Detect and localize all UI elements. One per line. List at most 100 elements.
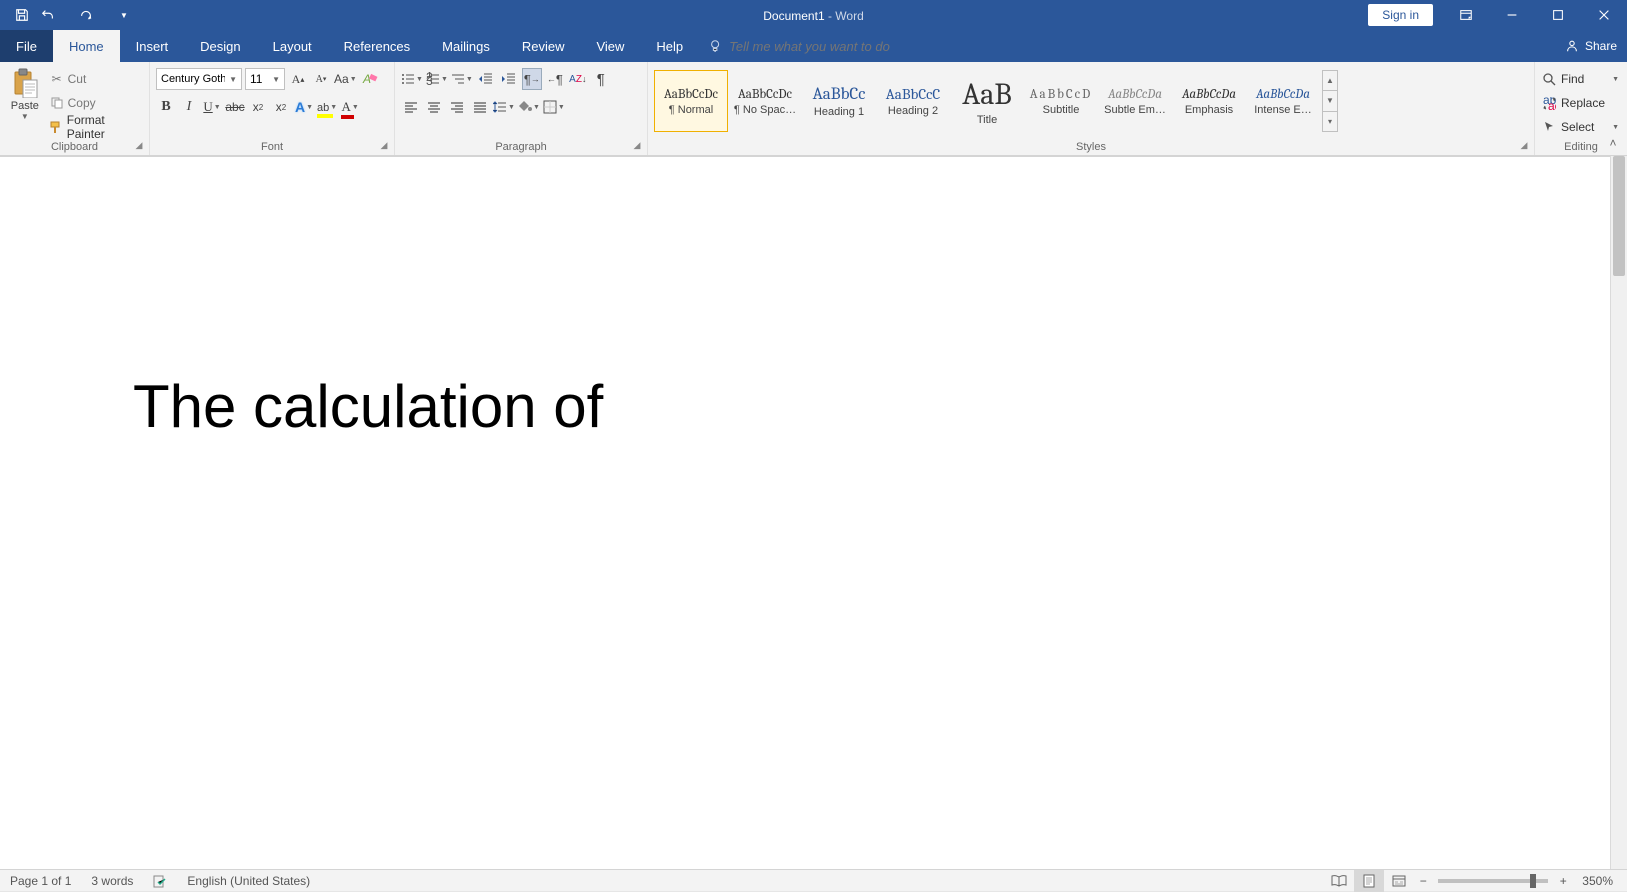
find-icon [1543,73,1556,86]
tab-view[interactable]: View [580,30,640,62]
decrease-indent-button[interactable] [476,68,496,90]
document-text[interactable]: The calculation of [133,372,603,441]
status-page[interactable]: Page 1 of 1 [0,870,81,891]
collapse-ribbon-button[interactable]: ˄ [1605,135,1621,151]
tab-home[interactable]: Home [53,30,120,62]
find-button[interactable]: Find▼ [1541,68,1621,90]
shrink-font-button[interactable]: A▾ [311,68,331,90]
ribbon-display-options-button[interactable] [1443,0,1489,30]
line-spacing-button[interactable]: ▼ [493,96,515,118]
decrease-indent-icon [479,72,493,86]
styles-scroll-up[interactable]: ▲ [1323,71,1337,91]
increase-indent-button[interactable] [499,68,519,90]
style-heading-1[interactable]: AaBbCcHeading 1 [802,70,876,132]
shading-button[interactable]: ▼ [518,96,540,118]
styles-scroll-down[interactable]: ▼ [1323,91,1337,111]
sort-button[interactable]: AZ↓ [568,68,588,90]
copy-button[interactable]: Copy [48,92,143,114]
paste-dropdown[interactable]: ▼ [21,112,29,121]
bullets-icon [401,72,415,86]
text-effects-button[interactable]: A▼ [294,96,314,118]
borders-button[interactable]: ▼ [543,96,565,118]
grow-font-button[interactable]: A▴ [288,68,308,90]
style-subtle-em-[interactable]: AaBbCcDaSubtle Em… [1098,70,1172,132]
align-right-button[interactable] [447,96,467,118]
view-read-mode-button[interactable] [1324,870,1354,892]
underline-button[interactable]: U▼ [202,96,222,118]
style-intense-e-[interactable]: AaBbCcDaIntense E… [1246,70,1320,132]
bold-button[interactable]: B [156,96,176,118]
zoom-slider-handle[interactable] [1530,874,1536,888]
status-words[interactable]: 3 words [81,870,143,891]
multilevel-list-button[interactable]: ▼ [451,68,473,90]
document-canvas[interactable]: The calculation of [0,156,1610,869]
undo-button[interactable] [36,3,60,27]
strikethrough-button[interactable]: abc [225,96,245,118]
save-button[interactable] [10,3,34,27]
styles-launcher[interactable]: ◢ [1518,139,1530,151]
paragraph-launcher[interactable]: ◢ [631,139,643,151]
format-painter-button[interactable]: Format Painter [48,116,143,138]
italic-button[interactable]: I [179,96,199,118]
highlight-button[interactable]: ab▼ [317,96,337,118]
styles-more-button[interactable]: ▾ [1323,112,1337,131]
change-case-button[interactable]: Aa▼ [334,68,357,90]
clear-formatting-button[interactable]: A [360,68,380,90]
style-heading-2[interactable]: AaBbCcCHeading 2 [876,70,950,132]
zoom-slider[interactable] [1438,879,1548,883]
tab-mailings[interactable]: Mailings [426,30,506,62]
font-name-combo[interactable]: Century Goth▼ [156,68,242,90]
group-clipboard: Paste ▼ ✂ Cut Copy Form [0,62,150,155]
tell-me-search[interactable] [709,30,989,62]
style-subtitle[interactable]: AaBbCcDSubtitle [1024,70,1098,132]
tell-me-input[interactable] [729,39,989,54]
status-proofing[interactable] [143,870,177,891]
status-language[interactable]: English (United States) [177,870,320,891]
rtl-button[interactable]: ←¶ [545,68,565,90]
share-button[interactable]: Share [1565,30,1617,62]
cut-button[interactable]: ✂ Cut [48,68,143,90]
view-web-layout-button[interactable] [1384,870,1414,892]
view-print-layout-button[interactable] [1354,870,1384,892]
style-title[interactable]: AaBTitle [950,70,1024,132]
tab-review[interactable]: Review [506,30,581,62]
scrollbar-thumb[interactable] [1613,156,1625,276]
minimize-button[interactable] [1489,0,1535,30]
zoom-in-button[interactable]: + [1554,874,1572,888]
numbering-button[interactable]: 123▼ [426,68,448,90]
style--normal[interactable]: AaBbCcDc¶ Normal [654,70,728,132]
maximize-button[interactable] [1535,0,1581,30]
tab-references[interactable]: References [328,30,426,62]
vertical-scrollbar[interactable] [1610,156,1627,869]
ltr-button[interactable]: ¶→ [522,68,542,90]
superscript-button[interactable]: x2 [271,96,291,118]
zoom-level[interactable]: 350% [1572,870,1627,891]
replace-button[interactable]: abac Replace [1541,92,1621,114]
subscript-button[interactable]: x2 [248,96,268,118]
tab-file[interactable]: File [0,30,53,62]
align-left-icon [404,100,418,114]
tab-layout[interactable]: Layout [257,30,328,62]
tab-help[interactable]: Help [640,30,699,62]
paste-button[interactable]: Paste ▼ [6,66,44,138]
close-button[interactable] [1581,0,1627,30]
zoom-out-button[interactable]: − [1414,874,1432,888]
tab-design[interactable]: Design [184,30,256,62]
font-color-button[interactable]: A▼ [340,96,360,118]
style--no-spac-[interactable]: AaBbCcDc¶ No Spac… [728,70,802,132]
redo-button[interactable] [74,3,98,27]
align-left-button[interactable] [401,96,421,118]
show-marks-button[interactable]: ¶ [591,68,611,90]
style-emphasis[interactable]: AaBbCcDaEmphasis [1172,70,1246,132]
quick-access-toolbar: ▼ [0,3,136,27]
align-center-button[interactable] [424,96,444,118]
bullets-button[interactable]: ▼ [401,68,423,90]
clipboard-launcher[interactable]: ◢ [133,139,145,151]
font-launcher[interactable]: ◢ [378,139,390,151]
justify-button[interactable] [470,96,490,118]
font-size-combo[interactable]: 11▼ [245,68,285,90]
style-preview: AaB [962,77,1011,112]
sign-in-button[interactable]: Sign in [1368,4,1433,26]
tab-insert[interactable]: Insert [120,30,185,62]
customize-qat-button[interactable]: ▼ [112,3,136,27]
